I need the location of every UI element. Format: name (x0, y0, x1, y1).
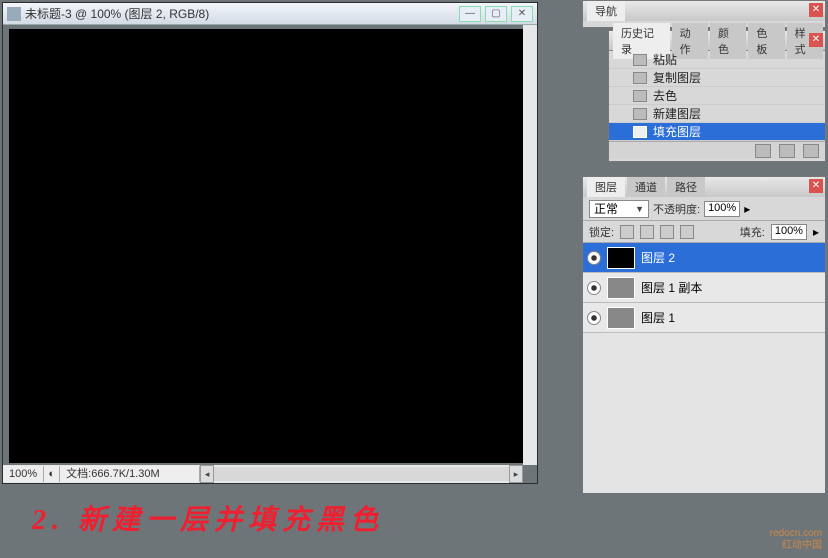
snapshot-button[interactable] (755, 144, 771, 158)
layer-options-row: 正常 ▼ 不透明度: 100% ▸ (583, 197, 825, 221)
history-label: 粘贴 (653, 51, 677, 68)
panel-close-button[interactable]: ✕ (809, 179, 823, 193)
history-item-selected[interactable]: 填充图层 (609, 123, 825, 141)
lock-row: 锁定: 填充: 100% ▸ (583, 221, 825, 243)
layer-name[interactable]: 图层 2 (641, 249, 675, 266)
history-footer (609, 141, 825, 159)
blend-mode-value: 正常 (594, 200, 618, 217)
history-step-icon (633, 72, 647, 84)
history-panel: 历史记录 动作 颜色 色板 样式 ✕ 粘贴 复制图层 去色 新建图层 填充图层 (608, 30, 826, 162)
history-list: 粘贴 复制图层 去色 新建图层 填充图层 (609, 51, 825, 141)
layer-thumbnail[interactable] (607, 307, 635, 329)
chevron-down-icon: ▼ (635, 204, 644, 214)
tutorial-annotation: 2. 新建一层并填充黑色 (32, 498, 384, 538)
history-step-icon (633, 126, 647, 138)
close-button[interactable]: ✕ (511, 6, 533, 22)
tab-paths[interactable]: 路径 (667, 177, 705, 197)
opacity-label: 不透明度: (653, 201, 700, 217)
zoom-display[interactable]: 100% (3, 466, 44, 482)
watermark-url: redocn.com (770, 528, 822, 540)
history-step-icon (633, 54, 647, 66)
canvas[interactable] (9, 29, 531, 463)
history-label: 去色 (653, 87, 677, 104)
tab-swatches[interactable]: 色板 (748, 23, 784, 59)
fill-label: 填充: (740, 224, 765, 240)
tab-layers[interactable]: 图层 (587, 177, 625, 197)
tab-navigator[interactable]: 导航 (587, 1, 625, 21)
tab-color[interactable]: 颜色 (710, 23, 746, 59)
status-icon[interactable]: ◐ (44, 466, 60, 482)
titlebar[interactable]: 未标题-3 @ 100% (图层 2, RGB/8) — ▢ ✕ (3, 3, 537, 25)
layer-name[interactable]: 图层 1 副本 (641, 279, 702, 296)
tab-actions[interactable]: 动作 (672, 23, 708, 59)
history-item[interactable]: 去色 (609, 87, 825, 105)
annotation-number: 2. (32, 505, 65, 536)
layer-thumbnail[interactable] (607, 247, 635, 269)
fill-input[interactable]: 100% (771, 224, 807, 240)
visibility-icon[interactable] (587, 281, 601, 295)
annotation-text: 新建一层并填充黑色 (78, 505, 384, 536)
lock-label: 锁定: (589, 224, 614, 240)
fill-slider-button[interactable]: ▸ (813, 225, 819, 239)
lock-move-icon[interactable] (660, 225, 674, 239)
minimize-button[interactable]: — (459, 6, 481, 22)
history-item[interactable]: 新建图层 (609, 105, 825, 123)
panel-close-button[interactable]: ✕ (809, 3, 823, 17)
layer-thumbnail[interactable] (607, 277, 635, 299)
delete-button[interactable] (803, 144, 819, 158)
layers-panel: 图层 通道 路径 ✕ 正常 ▼ 不透明度: 100% ▸ 锁定: 填充: 100… (582, 176, 826, 488)
layer-list: 图层 2 图层 1 副本 图层 1 (583, 243, 825, 493)
history-label: 填充图层 (653, 123, 701, 140)
layer-row[interactable]: 图层 1 (583, 303, 825, 333)
doc-info: 文档:666.7K/1.30M (60, 466, 200, 482)
scroll-left-button[interactable]: ◂ (200, 465, 214, 483)
history-step-icon (633, 108, 647, 120)
layer-list-empty (583, 333, 825, 493)
document-icon (7, 7, 21, 21)
panel-close-button[interactable]: ✕ (809, 33, 823, 47)
layer-name[interactable]: 图层 1 (641, 309, 675, 326)
window-buttons: — ▢ ✕ (459, 6, 533, 22)
maximize-button[interactable]: ▢ (485, 6, 507, 22)
history-item[interactable]: 复制图层 (609, 69, 825, 87)
opacity-slider-button[interactable]: ▸ (744, 202, 750, 216)
layer-row-selected[interactable]: 图层 2 (583, 243, 825, 273)
opacity-input[interactable]: 100% (704, 201, 740, 217)
lock-paint-icon[interactable] (640, 225, 654, 239)
watermark: redocn.com 红动中国 (770, 528, 822, 552)
layer-row[interactable]: 图层 1 副本 (583, 273, 825, 303)
new-snapshot-button[interactable] (779, 144, 795, 158)
navigator-tabs: 导航 (583, 1, 825, 21)
document-title: 未标题-3 @ 100% (图层 2, RGB/8) (25, 5, 459, 22)
visibility-icon[interactable] (587, 311, 601, 325)
document-window: 未标题-3 @ 100% (图层 2, RGB/8) — ▢ ✕ 100% ◐ … (2, 2, 538, 484)
watermark-text: 红动中国 (770, 540, 822, 552)
history-label: 复制图层 (653, 69, 701, 86)
tab-channels[interactable]: 通道 (627, 177, 665, 197)
vertical-scrollbar[interactable] (523, 25, 537, 465)
history-step-icon (633, 90, 647, 102)
scroll-right-button[interactable]: ▸ (509, 465, 523, 483)
history-label: 新建图层 (653, 105, 701, 122)
lock-transparency-icon[interactable] (620, 225, 634, 239)
history-tabs: 历史记录 动作 颜色 色板 样式 (609, 31, 825, 51)
visibility-icon[interactable] (587, 251, 601, 265)
status-bar: 100% ◐ 文档:666.7K/1.30M ◂ ▸ (3, 465, 523, 483)
blend-mode-select[interactable]: 正常 ▼ (589, 200, 649, 218)
lock-all-icon[interactable] (680, 225, 694, 239)
layers-tabs: 图层 通道 路径 (583, 177, 825, 197)
horizontal-scrollbar[interactable] (214, 467, 509, 481)
